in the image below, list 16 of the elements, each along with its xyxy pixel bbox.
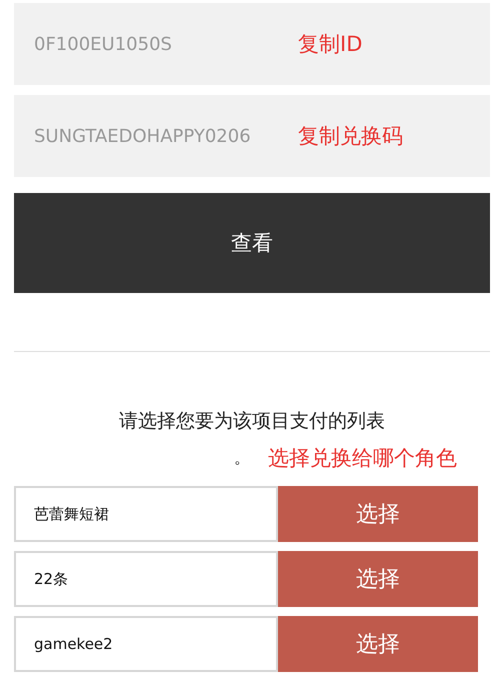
annotation: 选择兑换给哪个角色 (268, 445, 457, 472)
prompt-text: 请选择您要为该项目支付的列表 (118, 409, 386, 434)
view-button[interactable]: 查看 (14, 193, 490, 293)
code-field[interactable]: 0F100EU1050S 复制ID (14, 3, 490, 85)
field-value: 0F100EU1050S (34, 34, 172, 54)
select-button[interactable]: 选择 (278, 551, 478, 607)
annotation: 复制ID (298, 31, 362, 58)
annotation: 复制兑换码 (298, 123, 403, 150)
period-text: 。 (234, 448, 250, 468)
select-button[interactable]: 选择 (278, 486, 478, 542)
code-field[interactable]: SUNGTAEDOHAPPY0206 复制兑换码 (14, 95, 490, 177)
field-value: SUNGTAEDOHAPPY0206 (34, 126, 251, 146)
character-name: gamekee2 (14, 616, 278, 672)
character-name: 22条 (14, 551, 278, 607)
character-name: 芭蕾舞短裙 (14, 486, 278, 542)
select-button[interactable]: 选择 (278, 616, 478, 672)
